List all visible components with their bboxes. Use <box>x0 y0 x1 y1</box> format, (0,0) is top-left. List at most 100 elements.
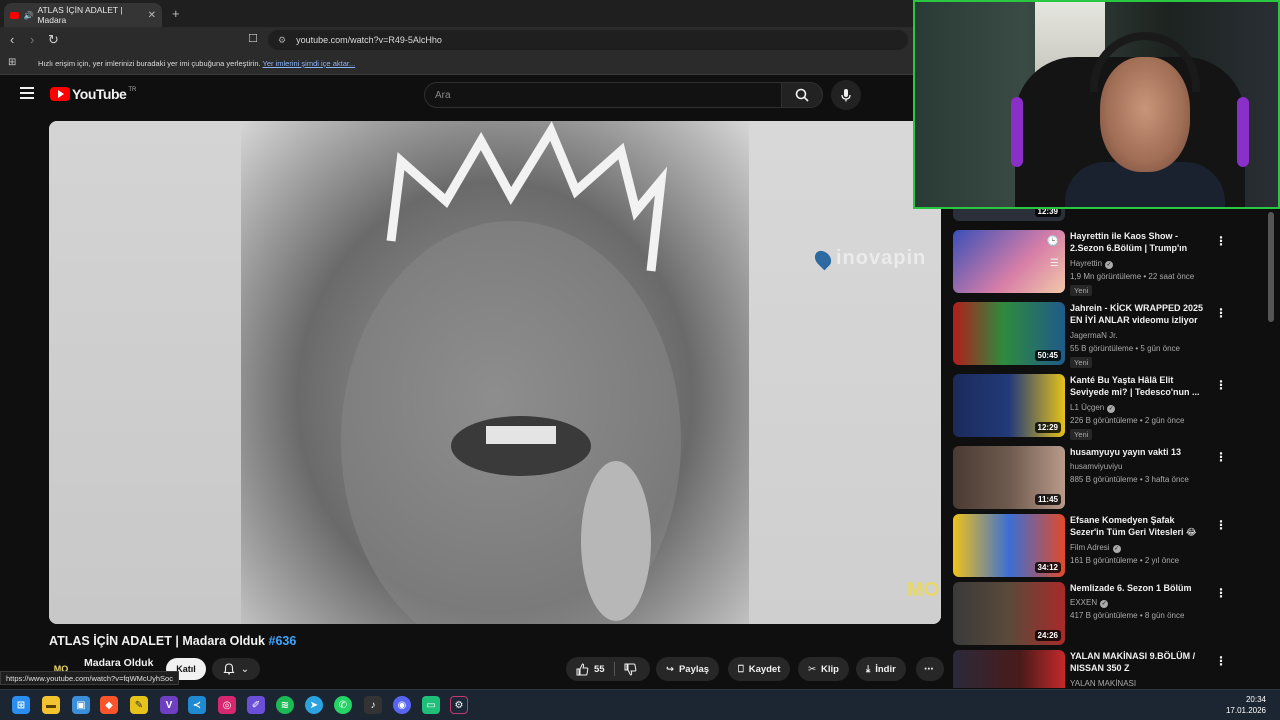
more-vertical-icon[interactable]: ⋮ <box>1215 586 1227 600</box>
video-player[interactable]: inovapin MO <box>49 121 941 624</box>
search-button[interactable] <box>781 82 823 108</box>
channel-name[interactable]: EXXEN ✓ <box>1070 598 1109 608</box>
menu-icon[interactable] <box>20 87 34 99</box>
clock-time: 20:34 <box>1245 695 1266 704</box>
download-button[interactable]: ⤓ İndir <box>856 657 906 681</box>
visual-studio-icon[interactable]: V <box>160 696 178 714</box>
list-item[interactable]: YALAN MAKİNASI 9.BÖLÜM / NISSAN 350 Z YA… <box>953 650 1271 688</box>
music-app-icon[interactable]: ♪ <box>364 696 382 714</box>
share-icon: ↪ <box>666 663 674 675</box>
video-thumbnail[interactable]: 🕒 ☰ <box>953 230 1065 293</box>
clip-button[interactable]: ✂ Klip <box>798 657 849 681</box>
video-title[interactable]: Efsane Komedyen Şafak Sezer'in Tüm Geri … <box>1070 514 1205 538</box>
pen-app-icon[interactable]: ✐ <box>247 696 265 714</box>
list-item[interactable]: 12:39 <box>953 208 1271 224</box>
more-vertical-icon[interactable]: ⋮ <box>1215 450 1227 464</box>
store-icon[interactable]: ▣ <box>72 696 90 714</box>
share-button[interactable]: ↪ Paylaş <box>656 657 720 681</box>
video-meta: 226 B görüntüleme • 2 gün önce <box>1070 416 1185 425</box>
more-vertical-icon[interactable]: ⋮ <box>1215 234 1227 248</box>
video-meta: 885 B görüntüleme • 3 hafta önce <box>1070 475 1189 484</box>
recommendations-list: 12:39 🕒 ☰ Hayrettin ile Kaos Show - 2.Se… <box>945 208 1275 688</box>
video-title[interactable]: Hayrettin ile Kaos Show - 2.Sezon 6.Bölü… <box>1070 230 1205 254</box>
search-input[interactable]: Ara <box>424 82 782 108</box>
apps-grid-icon[interactable]: ⊞ <box>8 57 16 68</box>
more-vertical-icon[interactable]: ⋮ <box>1215 306 1227 320</box>
whatsapp-icon[interactable]: ✆ <box>334 696 352 714</box>
spotify-icon[interactable]: ≋ <box>276 696 294 714</box>
telegram-icon[interactable]: ➤ <box>305 696 323 714</box>
file-explorer-icon[interactable]: ▬ <box>42 696 60 714</box>
tv-app-icon[interactable]: ▭ <box>422 696 440 714</box>
brave-browser-icon[interactable]: ◆ <box>100 696 118 714</box>
notes-app-icon[interactable]: ✎ <box>130 696 148 714</box>
start-windows-icon[interactable]: ⊞ <box>12 696 30 714</box>
voice-search-button[interactable] <box>831 80 861 110</box>
list-item[interactable]: 34:12 Efsane Komedyen Şafak Sezer'in Tüm… <box>953 514 1271 580</box>
list-item[interactable]: 24:26 Nemlizade 6. Sezon 1 Bölüm EXXEN ✓ … <box>953 582 1271 648</box>
video-title[interactable]: Nemlizade 6. Sezon 1 Bölüm <box>1070 582 1205 594</box>
add-to-queue-icon[interactable]: ☰ <box>1050 258 1059 269</box>
more-vertical-icon[interactable]: ⋮ <box>1215 654 1227 668</box>
list-item[interactable]: 12:29 Kanté Bu Yaşta Hâlâ Elit Seviyede … <box>953 374 1271 440</box>
more-vertical-icon[interactable]: ⋮ <box>1215 378 1227 392</box>
new-tab-button[interactable]: + <box>172 6 180 21</box>
back-icon[interactable]: ‹ <box>10 32 14 47</box>
vscode-icon[interactable]: ≺ <box>188 696 206 714</box>
video-meta: 417 B görüntüleme • 8 gün önce <box>1070 611 1185 620</box>
list-item[interactable]: 50:45 Jahrein - KİCK WRAPPED 2025 EN İYİ… <box>953 302 1271 368</box>
like-button[interactable]: 55 <box>576 662 605 676</box>
verified-icon: ✓ <box>1112 545 1121 553</box>
map-pin-icon <box>811 247 835 271</box>
save-button[interactable]: ⎕ Kaydet <box>728 657 791 681</box>
channel-name[interactable]: Film Adresi ✓ <box>1070 543 1121 553</box>
close-tab-icon[interactable]: ✕ <box>148 10 156 21</box>
site-settings-icon[interactable]: ⚙ <box>278 35 286 46</box>
video-hashtag[interactable]: #636 <box>269 634 297 648</box>
verified-icon: ✓ <box>1107 405 1116 413</box>
instagram-icon[interactable]: ◎ <box>218 696 236 714</box>
channel-name[interactable]: YALAN MAKİNASI <box>1070 679 1136 688</box>
video-title[interactable]: Kanté Bu Yaşta Hâlâ Elit Seviyede mi? | … <box>1070 374 1205 398</box>
forward-icon[interactable]: › <box>30 32 34 47</box>
video-title[interactable]: husamyuyu yayın vakti 13 <box>1070 446 1205 458</box>
reload-icon[interactable]: ↻ <box>48 32 59 48</box>
list-item[interactable]: 🕒 ☰ Hayrettin ile Kaos Show - 2.Sezon 6.… <box>953 230 1271 296</box>
speaker-icon[interactable]: 🔊 <box>23 11 33 20</box>
browser-tab[interactable]: 🔊 ATLAS İÇİN ADALET | Madara ✕ <box>4 3 162 27</box>
video-thumbnail[interactable]: 24:26 <box>953 582 1065 645</box>
inovapin-watermark: inovapin <box>811 247 926 271</box>
list-item[interactable]: 11:45 husamyuyu yayın vakti 13 husamviyu… <box>953 446 1271 512</box>
channel-name[interactable]: Madara Olduk <box>84 657 153 669</box>
clock-date: 17.01.2026 <box>1225 706 1266 715</box>
thumbs-down-icon[interactable] <box>624 663 637 676</box>
bookmark-icon[interactable]: ☐ <box>248 32 258 45</box>
sidebar-scrollbar[interactable] <box>1268 212 1274 322</box>
bookmarks-hint-text: Hızlı erişim için, yer imlerinizi burada… <box>38 59 261 68</box>
channel-name[interactable]: husamviyuviyu <box>1070 462 1122 471</box>
youtube-logo[interactable]: YouTube TR <box>50 86 136 102</box>
video-thumbnail[interactable] <box>953 650 1065 688</box>
more-vertical-icon[interactable]: ⋮ <box>1215 518 1227 532</box>
new-badge: Yeni <box>1070 357 1093 368</box>
video-thumbnail[interactable]: 34:12 <box>953 514 1065 577</box>
channel-name[interactable]: L1 Üçgen ✓ <box>1070 403 1116 413</box>
discord-icon[interactable]: ◉ <box>393 696 411 714</box>
channel-name[interactable]: Hayrettin ✓ <box>1070 259 1114 269</box>
channel-name[interactable]: JagermaN Jr. <box>1070 331 1118 340</box>
system-clock[interactable]: 20:34 17.01.2026 <box>1226 694 1266 716</box>
video-thumbnail[interactable]: 11:45 <box>953 446 1065 509</box>
video-thumbnail[interactable]: 12:39 <box>953 208 1065 221</box>
video-duration: 50:45 <box>1034 350 1061 361</box>
import-bookmarks-link[interactable]: Yer imlerini şimdi içe aktar... <box>263 59 356 68</box>
more-actions-button[interactable]: ⋯ <box>916 657 944 681</box>
video-title[interactable]: Jahrein - KİCK WRAPPED 2025 EN İYİ ANLAR… <box>1070 302 1205 326</box>
url-field[interactable]: ⚙ youtube.com/watch?v=R49-5AlcHho <box>268 30 908 50</box>
video-thumbnail[interactable]: 50:45 <box>953 302 1065 365</box>
video-thumbnail[interactable]: 12:29 <box>953 374 1065 437</box>
like-count: 55 <box>594 663 605 675</box>
watch-later-icon[interactable]: 🕒 <box>1047 236 1059 247</box>
steam-icon[interactable]: ⚙ <box>450 696 468 714</box>
video-title[interactable]: YALAN MAKİNASI 9.BÖLÜM / NISSAN 350 Z <box>1070 650 1205 674</box>
notification-bell-button[interactable]: ⌄ <box>212 658 260 680</box>
